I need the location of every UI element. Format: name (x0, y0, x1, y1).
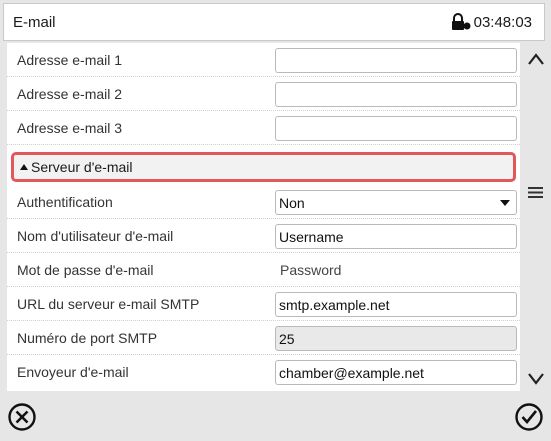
status-clock: 03:48:03 (451, 13, 532, 31)
smtp-url-field[interactable]: smtp.example.net (275, 292, 517, 317)
row-label: Adresse e-mail 2 (17, 86, 123, 102)
scroll-up-icon[interactable] (527, 52, 545, 66)
row-label: Adresse e-mail 3 (17, 120, 123, 136)
email-address-1-field[interactable] (275, 48, 517, 73)
title-bar: E-mail 03:48:03 (3, 3, 545, 41)
section-title: Serveur d'e-mail (31, 159, 133, 175)
row-label: Authentification (17, 194, 113, 210)
row-label: Numéro de port SMTP (17, 330, 158, 346)
menu-icon[interactable] (528, 186, 543, 199)
smtp-port-field: 25 (275, 326, 517, 351)
row-password: Mot de passe d'e-mail Password (7, 253, 520, 287)
row-email-address-1: Adresse e-mail 1 (7, 43, 520, 77)
clock-time: 03:48:03 (473, 13, 532, 31)
row-label: Envoyeur d'e-mail (17, 364, 129, 380)
password-field[interactable]: Password (275, 258, 517, 283)
email-address-2-field[interactable] (275, 82, 517, 107)
row-email-address-3: Adresse e-mail 3 (7, 111, 520, 145)
row-label: Adresse e-mail 1 (17, 52, 123, 68)
row-smtp-url: URL du serveur e-mail SMTP smtp.example.… (7, 287, 520, 321)
row-username: Nom d'utilisateur d'e-mail Username (7, 219, 520, 253)
lock-icon (451, 13, 471, 30)
row-label: Mot de passe d'e-mail (17, 262, 154, 278)
sender-field[interactable]: chamber@example.net (275, 360, 517, 385)
row-label: Nom d'utilisateur d'e-mail (17, 228, 174, 244)
authentication-select[interactable]: Non (275, 190, 517, 215)
authentication-value: Non (279, 195, 305, 211)
row-smtp-port: Numéro de port SMTP 25 (7, 321, 520, 355)
dropdown-arrow-icon (500, 200, 510, 206)
username-field[interactable]: Username (275, 224, 517, 249)
scroll-down-icon[interactable] (527, 372, 545, 386)
cancel-icon[interactable] (7, 402, 37, 432)
settings-list: Adresse e-mail 1 Adresse e-mail 2 Adress… (7, 43, 520, 391)
bottom-bar (0, 393, 551, 441)
email-address-3-field[interactable] (275, 116, 517, 141)
row-email-address-2: Adresse e-mail 2 (7, 77, 520, 111)
confirm-icon[interactable] (514, 402, 544, 432)
collapse-caret-icon (20, 164, 28, 170)
window-title: E-mail (13, 14, 56, 31)
row-sender: Envoyeur d'e-mail chamber@example.net (7, 355, 520, 389)
section-header-email-server[interactable]: Serveur d'e-mail (11, 152, 516, 182)
screen: E-mail 03:48:03 Adresse e-mail 1 Adresse… (0, 0, 551, 441)
row-authentication: Authentification Non (7, 185, 520, 219)
row-label: URL du serveur e-mail SMTP (17, 296, 200, 312)
